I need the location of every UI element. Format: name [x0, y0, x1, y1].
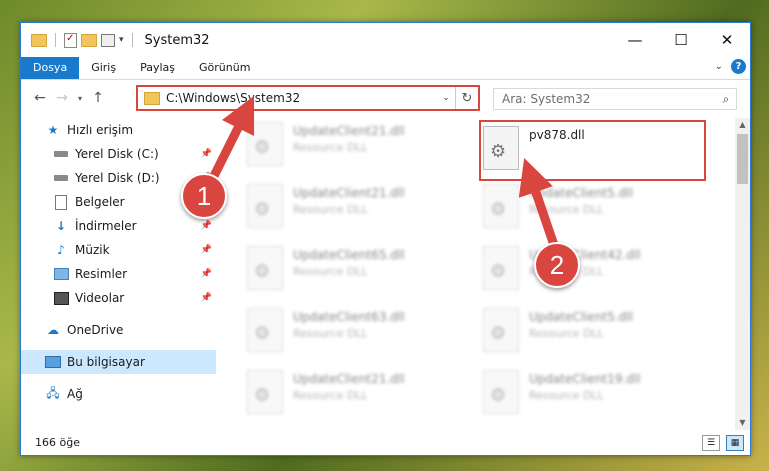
annotation-arrows: [207, 95, 560, 253]
step-2-badge: 2: [534, 242, 580, 288]
arrow-to-file: [518, 157, 560, 253]
step-1-badge: 1: [181, 173, 227, 219]
arrow-to-address-bar: [207, 95, 255, 185]
